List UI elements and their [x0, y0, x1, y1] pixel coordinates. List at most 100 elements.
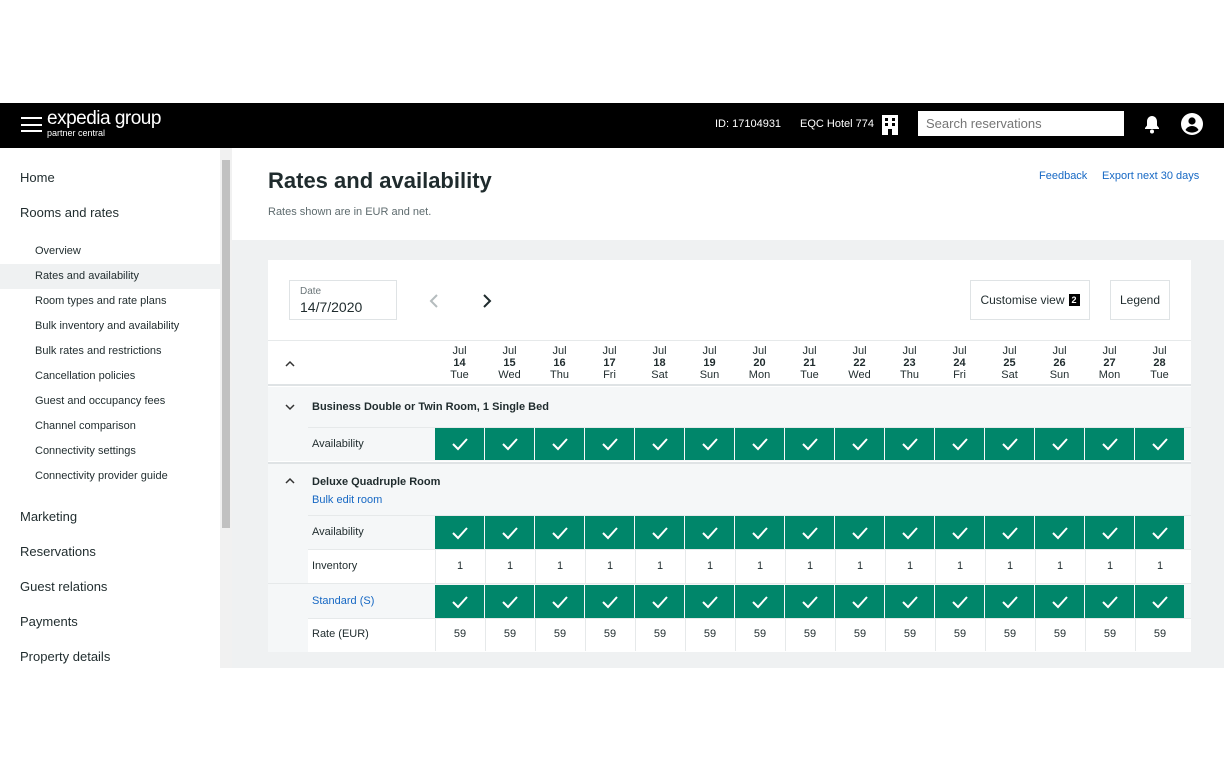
sidebar-subitem[interactable]: Connectivity provider guide	[35, 470, 168, 482]
rate-cell[interactable]: 59	[485, 618, 534, 651]
hotel-name[interactable]: EQC Hotel 774	[800, 118, 874, 130]
inventory-cell[interactable]: 1	[835, 550, 884, 583]
rate-cell[interactable]: 59	[535, 618, 584, 651]
sidebar-item[interactable]: Rooms and rates	[20, 205, 119, 220]
availability-cell[interactable]	[735, 428, 784, 460]
inventory-cell[interactable]: 1	[685, 550, 734, 583]
availability-cell[interactable]	[585, 516, 634, 549]
chevron-up-icon[interactable]	[284, 359, 296, 369]
inventory-cell[interactable]: 1	[535, 550, 584, 583]
chevron-up-icon[interactable]	[284, 476, 296, 486]
brand-logo[interactable]: expedia group partner central	[47, 108, 161, 138]
sidebar-item[interactable]: Marketing	[20, 509, 77, 524]
chevron-right-icon[interactable]	[481, 293, 493, 309]
availability-cell[interactable]	[485, 516, 534, 549]
rate-plan-availability-cell[interactable]	[885, 585, 934, 618]
menu-icon[interactable]	[21, 117, 42, 132]
inventory-cell[interactable]: 1	[735, 550, 784, 583]
inventory-cell[interactable]: 1	[985, 550, 1034, 583]
rate-cell[interactable]: 59	[585, 618, 634, 651]
rate-cell[interactable]: 59	[835, 618, 884, 651]
rate-plan-availability-cell[interactable]	[835, 585, 884, 618]
rate-cell[interactable]: 59	[1135, 618, 1184, 651]
rate-plan-availability-cell[interactable]	[935, 585, 984, 618]
availability-cell[interactable]	[735, 516, 784, 549]
sidebar-subitem[interactable]: Bulk inventory and availability	[35, 320, 179, 332]
availability-cell[interactable]	[785, 516, 834, 549]
rate-plan-availability-cell[interactable]	[435, 585, 484, 618]
sidebar-subitem[interactable]: Guest and occupancy fees	[35, 395, 165, 407]
bulk-edit-room-link[interactable]: Bulk edit room	[312, 494, 382, 506]
rate-cell[interactable]: 59	[435, 618, 484, 651]
availability-cell[interactable]	[485, 428, 534, 460]
rate-cell[interactable]: 59	[785, 618, 834, 651]
inventory-cell[interactable]: 1	[435, 550, 484, 583]
availability-cell[interactable]	[1035, 428, 1084, 460]
sidebar-subitem[interactable]: Bulk rates and restrictions	[35, 345, 162, 357]
inventory-cell[interactable]: 1	[485, 550, 534, 583]
rate-cell[interactable]: 59	[685, 618, 734, 651]
inventory-cell[interactable]: 1	[1035, 550, 1084, 583]
sidebar-item[interactable]: Payments	[20, 614, 78, 629]
rate-plan-link[interactable]: Standard (S)	[312, 585, 374, 618]
availability-cell[interactable]	[985, 428, 1034, 460]
availability-cell[interactable]	[585, 428, 634, 460]
building-icon[interactable]	[881, 114, 899, 136]
availability-cell[interactable]	[985, 516, 1034, 549]
sidebar-subitem[interactable]: Channel comparison	[35, 420, 136, 432]
bell-icon[interactable]	[1144, 115, 1160, 134]
availability-cell[interactable]	[1085, 428, 1134, 460]
rate-cell[interactable]: 59	[735, 618, 784, 651]
sidebar-item[interactable]: Property details	[20, 649, 110, 664]
availability-cell[interactable]	[635, 428, 684, 460]
legend-button[interactable]: Legend	[1110, 280, 1170, 320]
rate-cell[interactable]: 59	[635, 618, 684, 651]
availability-cell[interactable]	[885, 428, 934, 460]
availability-cell[interactable]	[435, 516, 484, 549]
sidebar-item[interactable]: Reservations	[20, 544, 96, 559]
inventory-cell[interactable]: 1	[635, 550, 684, 583]
rate-plan-availability-cell[interactable]	[985, 585, 1034, 618]
rate-cell[interactable]: 59	[1035, 618, 1084, 651]
inventory-cell[interactable]: 1	[1085, 550, 1134, 583]
inventory-cell[interactable]: 1	[935, 550, 984, 583]
availability-cell[interactable]	[535, 428, 584, 460]
availability-cell[interactable]	[1085, 516, 1134, 549]
inventory-cell[interactable]: 1	[585, 550, 634, 583]
rate-plan-availability-cell[interactable]	[1035, 585, 1084, 618]
availability-cell[interactable]	[785, 428, 834, 460]
inventory-cell[interactable]: 1	[885, 550, 934, 583]
rate-plan-availability-cell[interactable]	[785, 585, 834, 618]
availability-cell[interactable]	[835, 428, 884, 460]
availability-cell[interactable]	[635, 516, 684, 549]
rate-plan-availability-cell[interactable]	[735, 585, 784, 618]
inventory-cell[interactable]: 1	[1135, 550, 1184, 583]
availability-cell[interactable]	[1035, 516, 1084, 549]
sidebar-scrollbar[interactable]	[220, 148, 232, 668]
rate-cell[interactable]: 59	[885, 618, 934, 651]
availability-cell[interactable]	[1135, 516, 1184, 549]
sidebar-subitem[interactable]: Cancellation policies	[35, 370, 135, 382]
chevron-left-icon[interactable]	[428, 293, 440, 309]
availability-cell[interactable]	[685, 516, 734, 549]
sidebar-subitem[interactable]: Overview	[35, 245, 81, 257]
inventory-cell[interactable]: 1	[785, 550, 834, 583]
rate-plan-availability-cell[interactable]	[685, 585, 734, 618]
rate-plan-availability-cell[interactable]	[635, 585, 684, 618]
sidebar-subitem[interactable]: Connectivity settings	[35, 445, 136, 457]
sidebar-item[interactable]: Home	[20, 170, 55, 185]
rate-cell[interactable]: 59	[985, 618, 1034, 651]
chevron-down-icon[interactable]	[284, 402, 296, 412]
sidebar-item[interactable]: Guest relations	[20, 579, 107, 594]
availability-cell[interactable]	[935, 516, 984, 549]
availability-cell[interactable]	[1135, 428, 1184, 460]
rate-plan-availability-cell[interactable]	[535, 585, 584, 618]
rate-cell[interactable]: 59	[1085, 618, 1134, 651]
availability-cell[interactable]	[435, 428, 484, 460]
date-field[interactable]: Date 14/7/2020	[289, 280, 397, 320]
availability-cell[interactable]	[835, 516, 884, 549]
rate-plan-availability-cell[interactable]	[585, 585, 634, 618]
rate-cell[interactable]: 59	[935, 618, 984, 651]
rate-plan-availability-cell[interactable]	[485, 585, 534, 618]
sidebar-subitem[interactable]: Room types and rate plans	[35, 295, 166, 307]
